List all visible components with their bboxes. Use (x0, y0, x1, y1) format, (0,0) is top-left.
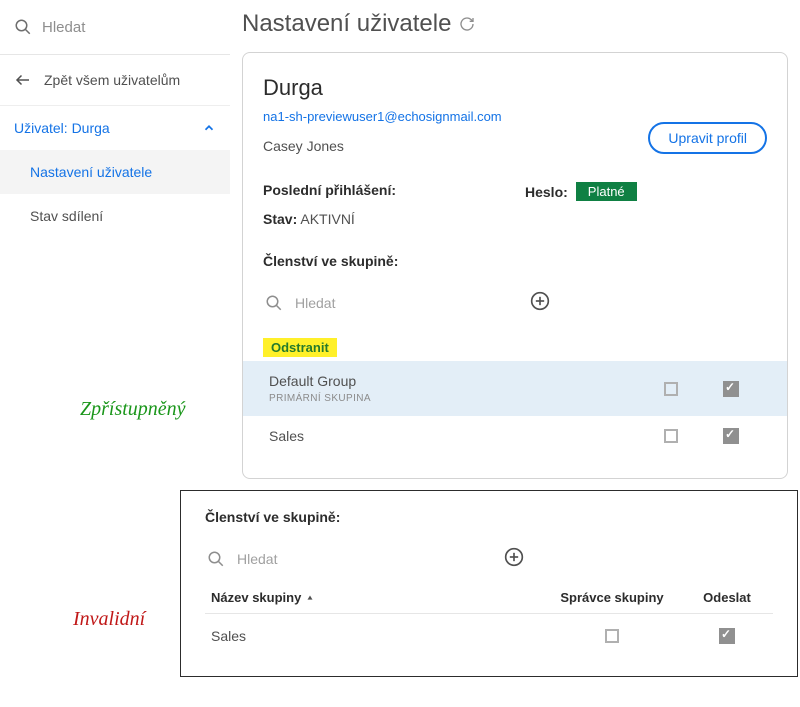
group-row-sales[interactable]: Sales (263, 416, 767, 456)
group-search-placeholder: Hledat (237, 551, 504, 567)
group-search-disabled[interactable]: Hledat (205, 539, 773, 578)
search-icon (207, 550, 225, 568)
user-email[interactable]: na1-sh-previewuser1@echosignmail.com (263, 109, 502, 124)
nav-item-share-status[interactable]: Stav sdílení (0, 194, 230, 238)
last-login-label: Poslední přihlášení: (263, 182, 396, 198)
password-badge: Platné (576, 182, 637, 201)
group-send-checkbox[interactable] (723, 428, 739, 444)
remove-action[interactable]: Odstranit (263, 338, 337, 357)
user-card: Durga na1-sh-previewuser1@echosignmail.c… (242, 52, 788, 479)
search-icon (265, 294, 283, 312)
group-name: Sales (269, 428, 641, 444)
group-admin-checkbox[interactable] (664, 382, 678, 396)
group-admin-checkbox[interactable] (664, 429, 678, 443)
group-name: Sales (211, 628, 537, 644)
nav-header-label: Uživatel: Durga (14, 120, 110, 136)
add-group-button[interactable] (504, 547, 771, 570)
group-admin-checkbox[interactable] (605, 629, 619, 643)
back-label: Zpět všem uživatelům (44, 72, 180, 88)
group-send-checkbox[interactable] (719, 628, 735, 644)
plus-circle-icon (504, 547, 524, 567)
sort-asc-icon (305, 593, 315, 603)
group-name: Default Group (269, 373, 641, 389)
user-name: Durga (263, 75, 502, 101)
state-row: Stav: AKTIVNÍ (263, 211, 505, 227)
password-label: Heslo: (525, 184, 568, 200)
plus-circle-icon (530, 291, 550, 311)
annotation-disabled: Invalidní (73, 608, 145, 631)
col-send[interactable]: Odeslat (687, 590, 767, 605)
last-login-row: Poslední přihlášení: (263, 182, 505, 201)
group-table-headers: Název skupiny Správce skupiny Odeslat (205, 578, 773, 614)
annotation-enabled: Zpřístupněný (80, 398, 186, 421)
group-send-checkbox[interactable] (723, 381, 739, 397)
password-row: Heslo: Platné (525, 182, 767, 201)
group-row-default[interactable]: Default Group PRIMÁRNÍ SKUPINA (243, 361, 787, 416)
edit-profile-button[interactable]: Upravit profil (648, 122, 767, 154)
page-title: Nastavení uživatele (242, 10, 451, 38)
nav-item-user-settings[interactable]: Nastavení uživatele (0, 150, 230, 194)
group-search[interactable]: Hledat (263, 283, 767, 322)
col-group-admin[interactable]: Správce skupiny (537, 590, 687, 605)
state-value: AKTIVNÍ (300, 211, 354, 227)
group-search-placeholder: Hledat (295, 295, 530, 311)
nav-section-user[interactable]: Uživatel: Durga (0, 106, 230, 150)
group-membership-title-disabled: Členství ve skupině: (205, 509, 773, 525)
refresh-icon[interactable] (459, 16, 475, 32)
primary-group-tag: PRIMÁRNÍ SKUPINA (269, 393, 641, 404)
group-row-sales-disabled[interactable]: Sales (205, 614, 773, 658)
chevron-up-icon (202, 121, 216, 135)
search-icon (14, 18, 32, 36)
group-membership-title: Členství ve skupině: (263, 253, 767, 269)
col-group-name[interactable]: Název skupiny (211, 590, 537, 605)
user-company: Casey Jones (263, 138, 502, 154)
group-membership-disabled-panel: Členství ve skupině: Hledat Název skupin… (180, 490, 798, 677)
back-link[interactable]: Zpět všem uživatelům (0, 55, 230, 106)
state-label: Stav: (263, 211, 297, 227)
page-title-row: Nastavení uživatele (242, 10, 788, 38)
arrow-left-icon (14, 71, 32, 89)
add-group-button[interactable] (530, 291, 765, 314)
search-placeholder: Hledat (42, 19, 85, 36)
global-search[interactable]: Hledat (0, 0, 230, 55)
